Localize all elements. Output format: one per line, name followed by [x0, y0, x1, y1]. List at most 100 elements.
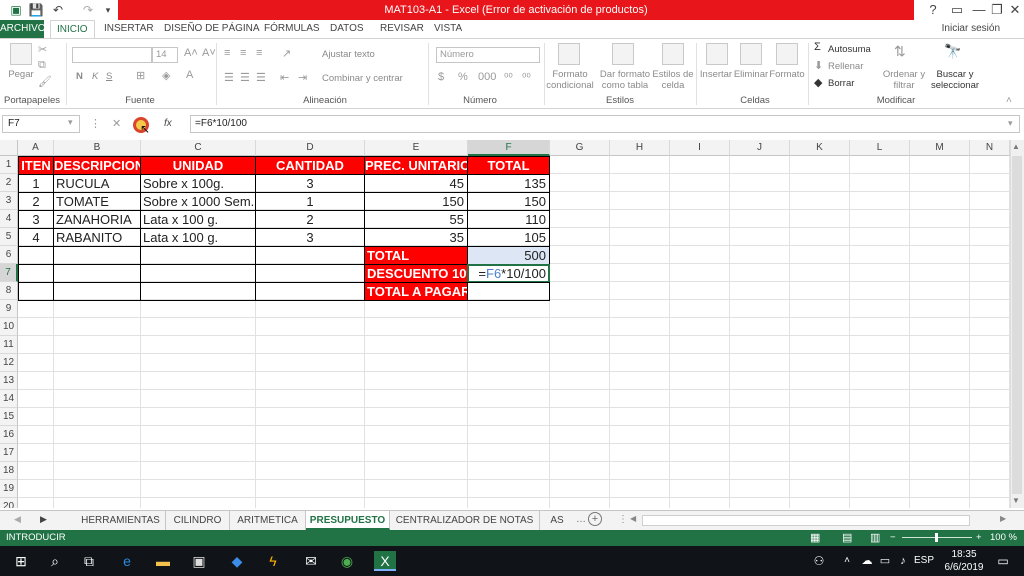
summary-total-value[interactable]: 500	[467, 246, 550, 265]
column-header-b[interactable]: B	[54, 140, 141, 156]
close-button[interactable]: ✕	[1002, 0, 1024, 20]
language-indicator[interactable]: ESP	[914, 555, 934, 566]
paste-icon[interactable]	[10, 43, 32, 65]
percent-icon[interactable]: %	[458, 71, 468, 83]
empty-cell[interactable]	[140, 246, 256, 265]
cell-total[interactable]: 110	[467, 210, 550, 229]
thousands-icon[interactable]: 000	[478, 71, 496, 83]
file-explorer-icon[interactable]: ▬	[152, 551, 174, 571]
cell-cantidad[interactable]: 1	[255, 192, 365, 211]
tab-split-icon[interactable]: ⋮	[618, 514, 628, 525]
cell-unidad[interactable]: Lata x 100 g.	[140, 228, 256, 247]
autosum-icon[interactable]: Σ	[814, 41, 821, 53]
name-box-dropdown-icon[interactable]: ▾	[68, 117, 73, 128]
windows-start-icon[interactable]: ⊞	[10, 551, 32, 571]
shrink-font-icon[interactable]: A˅	[202, 47, 216, 59]
empty-cell[interactable]	[53, 282, 141, 301]
row-header-7[interactable]: 7	[0, 264, 18, 282]
sheet-tab-presupuesto[interactable]: PRESUPUESTO	[306, 511, 390, 530]
cell-item[interactable]: 4	[18, 228, 54, 247]
row-header-9[interactable]: 9	[0, 300, 18, 318]
header-cantidad[interactable]: CANTIDAD	[255, 156, 365, 175]
cell-unidad[interactable]: Sobre x 1000 Sem.	[140, 192, 256, 211]
clock-time[interactable]: 18:35	[944, 548, 984, 561]
hscroll-right-icon[interactable]: ▶	[1000, 514, 1006, 523]
row-header-11[interactable]: 11	[0, 336, 18, 354]
undo-icon[interactable]: ↶	[50, 2, 66, 18]
expand-formula-icon[interactable]: ▾	[1008, 118, 1013, 129]
summary-pay-value[interactable]	[467, 282, 550, 301]
cell-styles-button[interactable]: Estilos de celda	[652, 69, 694, 91]
worksheet-grid[interactable]: ABCDEFGHIJKLMN 1 2 3 4 5 6 7 8 9 10 11 12 13 14 15 16 17…	[0, 140, 1010, 508]
fill-icon[interactable]: ⬇	[814, 59, 823, 72]
format-table-button[interactable]: Dar formato como tabla	[598, 69, 652, 91]
tab-diseno-pagina[interactable]: DISEÑO DE PÁGINA	[158, 20, 266, 38]
format-table-icon[interactable]	[612, 43, 634, 65]
empty-cell[interactable]	[18, 246, 54, 265]
row-header-6[interactable]: 6	[0, 246, 18, 264]
decrease-indent-icon[interactable]: ⇤	[280, 71, 289, 84]
row-header-16[interactable]: 16	[0, 426, 18, 444]
header-unidad[interactable]: UNIDAD	[140, 156, 256, 175]
align-right-icon[interactable]: ☰	[256, 71, 266, 84]
increase-indent-icon[interactable]: ⇥	[298, 71, 307, 84]
increase-decimal-icon[interactable]: ⁰⁰	[504, 71, 513, 84]
next-sheet-icon[interactable]: ▶	[40, 514, 47, 525]
sort-filter-icon[interactable]: ⇅	[894, 43, 906, 60]
column-header-f[interactable]: F	[468, 140, 550, 156]
sheet-tab-as[interactable]: AS	[540, 511, 574, 530]
column-header-c[interactable]: C	[141, 140, 256, 156]
cell-item[interactable]: 1	[18, 174, 54, 193]
find-icon[interactable]: 🔭	[944, 43, 961, 60]
vertical-scroll-thumb[interactable]	[1012, 156, 1022, 494]
edge-browser-icon[interactable]: e	[116, 551, 138, 571]
orientation-icon[interactable]: ↗	[282, 47, 291, 60]
font-size-box[interactable]: 14	[152, 47, 178, 63]
column-header-l[interactable]: L	[850, 140, 910, 156]
align-middle-icon[interactable]: ≡	[240, 47, 246, 59]
font-color-icon[interactable]: A	[186, 69, 193, 81]
collapse-ribbon-icon[interactable]: ˄	[1006, 95, 1012, 106]
cell-precio[interactable]: 55	[364, 210, 468, 229]
row-header-2[interactable]: 2	[0, 174, 18, 192]
decrease-decimal-icon[interactable]: ⁰⁰	[522, 71, 531, 84]
cell-item[interactable]: 2	[18, 192, 54, 211]
row-header-15[interactable]: 15	[0, 408, 18, 426]
delete-cells-button[interactable]: Eliminar	[732, 69, 770, 80]
format-painter-icon[interactable]: 🖌	[38, 75, 52, 88]
row-header-1[interactable]: 1	[0, 156, 18, 174]
cell-total[interactable]: 105	[467, 228, 550, 247]
header-descripcion[interactable]: DESCRIPCION	[53, 156, 141, 175]
row-header-19[interactable]: 19	[0, 480, 18, 498]
column-header-k[interactable]: K	[790, 140, 850, 156]
row-header-12[interactable]: 12	[0, 354, 18, 372]
search-icon[interactable]: ⌕	[44, 551, 66, 571]
tab-insertar[interactable]: INSERTAR	[98, 20, 160, 38]
cell-precio[interactable]: 35	[364, 228, 468, 247]
volume-icon[interactable]: ♪	[892, 551, 914, 571]
hscroll-left-icon[interactable]: ◀	[630, 514, 636, 523]
sheet-tab-herramientas[interactable]: HERRAMIENTAS	[76, 511, 166, 530]
header-precio-unitario[interactable]: PREC. UNITARIO	[364, 156, 468, 175]
insert-cells-icon[interactable]	[706, 43, 728, 65]
more-sheets-icon[interactable]: …	[576, 514, 586, 525]
column-header-m[interactable]: M	[910, 140, 970, 156]
notifications-icon[interactable]: ▭	[992, 551, 1014, 571]
row-header-18[interactable]: 18	[0, 462, 18, 480]
empty-cell[interactable]	[140, 264, 256, 283]
row-header-17[interactable]: 17	[0, 444, 18, 462]
row-header-8[interactable]: 8	[0, 282, 18, 300]
clock-date[interactable]: 6/6/2019	[938, 561, 990, 574]
zoom-slider-thumb[interactable]	[935, 533, 938, 542]
italic-button[interactable]: K	[92, 71, 98, 82]
find-select-button[interactable]: Buscar y seleccionar	[928, 69, 982, 91]
horizontal-scroll-thumb[interactable]	[642, 515, 970, 526]
cell-unidad[interactable]: Sobre x 100g.	[140, 174, 256, 193]
clear-icon[interactable]: ◆	[814, 76, 822, 89]
formula-input[interactable]: =F6*10/100	[190, 115, 1020, 133]
save-icon[interactable]: 💾	[28, 2, 44, 18]
fill-button[interactable]: Rellenar	[828, 61, 863, 72]
cell-descripcion[interactable]: ZANAHORIA	[53, 210, 141, 229]
align-top-icon[interactable]: ≡	[224, 47, 230, 59]
cell-precio[interactable]: 150	[364, 192, 468, 211]
